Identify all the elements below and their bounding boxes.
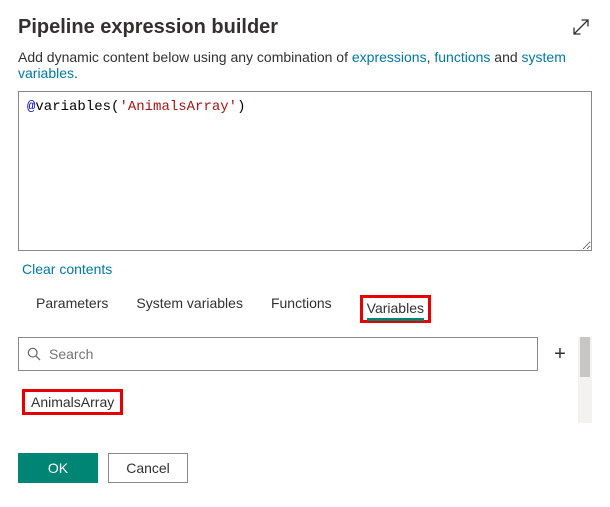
expression-editor[interactable]: @variables('AnimalsArray') bbox=[18, 91, 592, 251]
scrollbar-thumb[interactable] bbox=[580, 337, 590, 377]
page-title: Pipeline expression builder bbox=[18, 16, 278, 39]
hint-text: Add dynamic content below using any comb… bbox=[18, 49, 592, 81]
search-box[interactable] bbox=[18, 337, 538, 371]
cancel-button[interactable]: Cancel bbox=[108, 453, 188, 483]
ok-button[interactable]: OK bbox=[18, 453, 98, 483]
tab-system-variables[interactable]: System variables bbox=[136, 295, 243, 323]
variable-item-animalsarray[interactable]: AnimalsArray bbox=[22, 389, 123, 415]
scrollbar[interactable] bbox=[578, 337, 592, 423]
variables-list: AnimalsArray bbox=[18, 371, 572, 423]
tab-variables-highlight: Variables bbox=[360, 295, 431, 323]
search-icon bbox=[27, 347, 41, 361]
tab-bar: Parameters System variables Functions Va… bbox=[18, 295, 592, 323]
search-input[interactable] bbox=[47, 345, 529, 363]
editor-arg: AnimalsArray bbox=[128, 99, 229, 115]
clear-contents-link[interactable]: Clear contents bbox=[22, 261, 112, 277]
expand-icon[interactable] bbox=[570, 16, 592, 38]
tab-functions[interactable]: Functions bbox=[271, 295, 332, 323]
tab-parameters[interactable]: Parameters bbox=[36, 295, 108, 323]
editor-fn: variables bbox=[35, 99, 111, 115]
tab-variables[interactable]: Variables bbox=[367, 300, 424, 320]
hint-prefix: Add dynamic content below using any comb… bbox=[18, 49, 352, 65]
functions-link[interactable]: functions bbox=[434, 49, 490, 65]
expressions-link[interactable]: expressions bbox=[352, 49, 427, 65]
add-button[interactable]: + bbox=[548, 344, 572, 364]
